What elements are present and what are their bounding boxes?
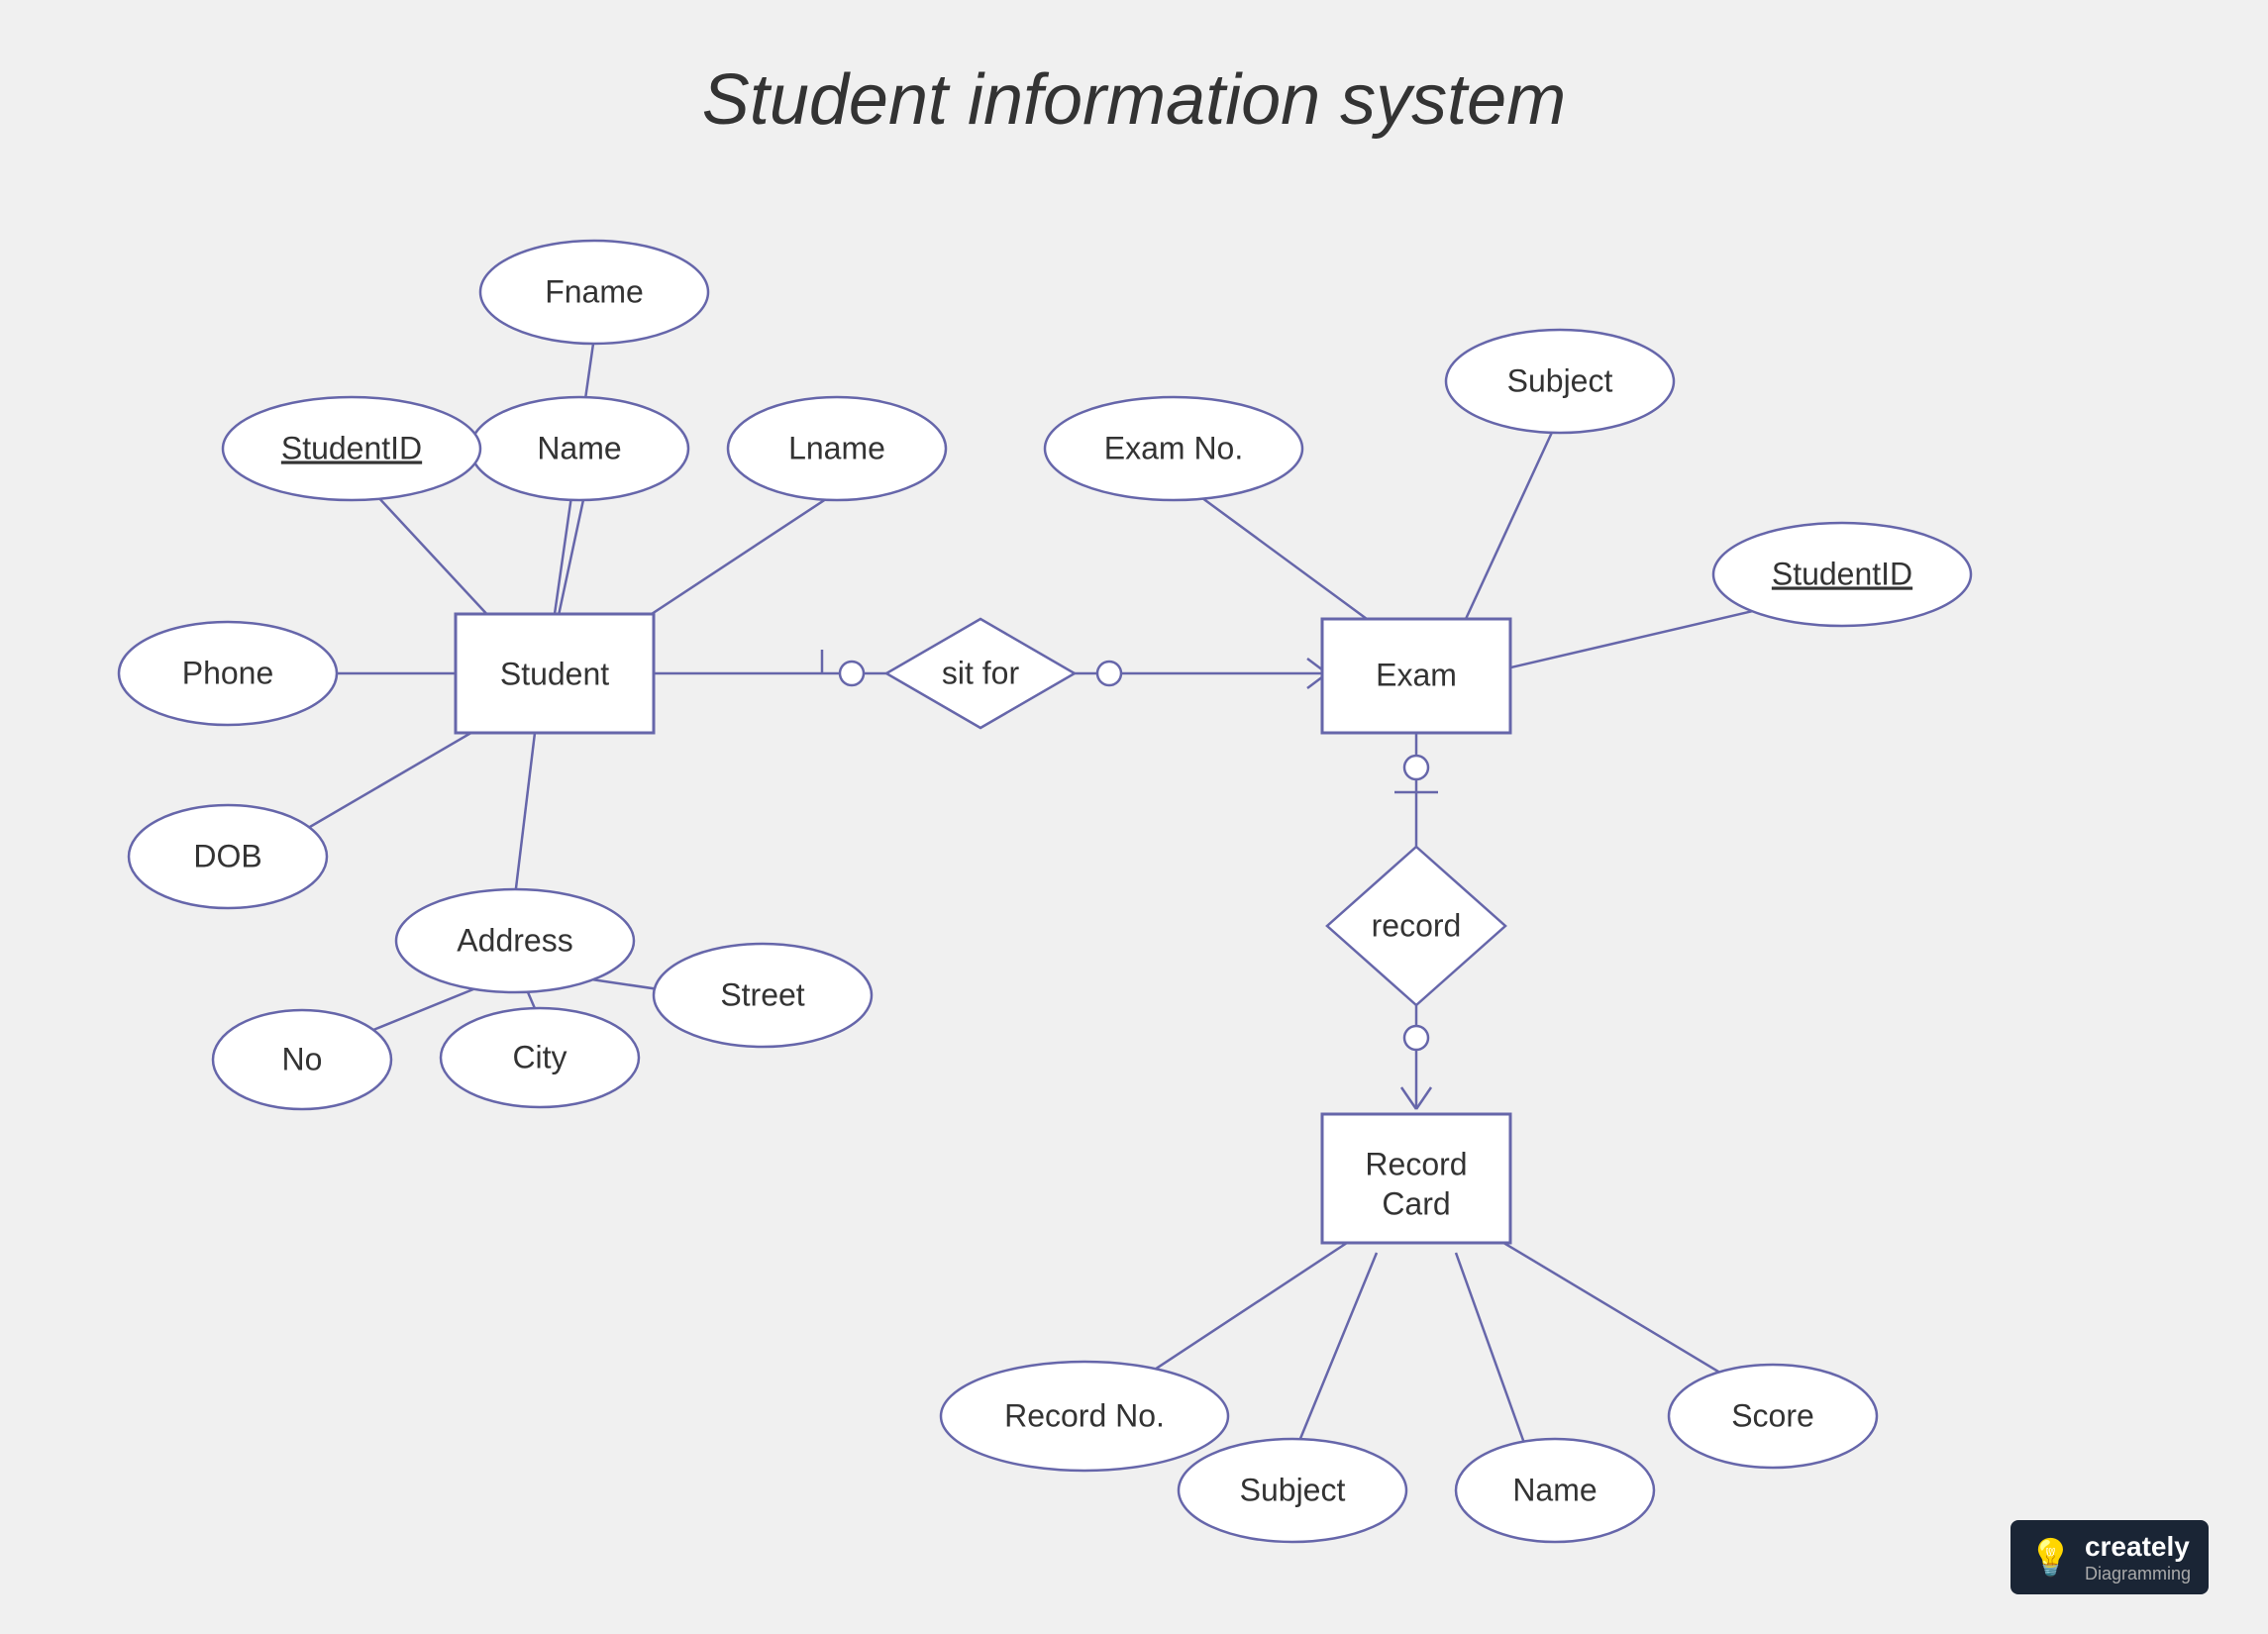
student-id2-attr-label: StudentID <box>1772 556 1912 591</box>
address-attr-label: Address <box>457 922 572 958</box>
subject-exam-attr-label: Subject <box>1507 362 1613 398</box>
dob-attr-label: DOB <box>193 838 261 873</box>
street-attr-label: Street <box>720 976 804 1012</box>
record-card-entity-label: Record <box>1365 1146 1467 1181</box>
student-entity-label: Student <box>500 656 609 691</box>
name-rc-attr-label: Name <box>1512 1472 1597 1507</box>
phone-attr-label: Phone <box>182 655 274 690</box>
city-attr-label: City <box>512 1039 567 1074</box>
fname-attr-label: Fname <box>545 273 644 309</box>
no-attr-label: No <box>282 1041 323 1076</box>
lname-attr-label: Lname <box>788 430 885 465</box>
record-rel-label: record <box>1372 907 1462 943</box>
logo-sub-text: Diagramming <box>2085 1564 2191 1584</box>
diagram-canvas: Student Exam Record Card sit for record … <box>0 0 2268 1634</box>
exam-no-attr-label: Exam No. <box>1104 430 1243 465</box>
record-card-entity-label2: Card <box>1382 1185 1450 1221</box>
subject-rc-attr-label: Subject <box>1240 1472 1346 1507</box>
logo-brand-name: creately <box>2085 1530 2191 1564</box>
record-no-attr-label: Record No. <box>1004 1397 1165 1433</box>
creately-logo: 💡 creately Diagramming <box>2010 1520 2209 1594</box>
logo-bulb-icon: 💡 <box>2028 1537 2073 1579</box>
exam-entity-label: Exam <box>1376 657 1457 692</box>
score-attr-label: Score <box>1731 1397 1814 1433</box>
name-attr-label: Name <box>537 430 621 465</box>
student-id-attr-label: StudentID <box>281 430 422 465</box>
sit-for-rel-label: sit for <box>942 655 1020 690</box>
